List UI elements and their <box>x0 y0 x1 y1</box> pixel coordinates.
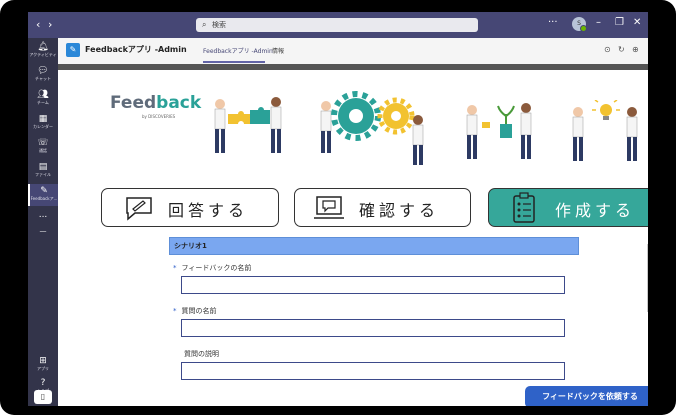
teams-window: ‹ › ⌕ 検索 ··· S – ❐ ✕ 🔔︎ アクティビティ 💬︎ チャット … <box>28 12 648 406</box>
required-mark: * <box>173 307 177 315</box>
question-name-field[interactable] <box>181 319 565 337</box>
more-options-icon[interactable]: ··· <box>548 17 558 28</box>
file-icon: ▤ <box>38 162 48 172</box>
app-header: ✎ Feedbackアプリ -Admin Feedbackアプリ -Admin … <box>58 38 648 65</box>
canvas-top-bar <box>58 64 648 70</box>
gears-illustration <box>320 91 424 165</box>
device-frame: ‹ › ⌕ 検索 ··· S – ❐ ✕ 🔔︎ アクティビティ 💬︎ チャット … <box>0 0 676 415</box>
question-description-field[interactable] <box>181 362 565 380</box>
rail-label: Feedbackア... <box>30 196 58 201</box>
required-mark: * <box>173 264 177 272</box>
rail-item-more[interactable]: ... <box>28 210 58 220</box>
logo-byline: by DISCOVERIES <box>142 114 176 119</box>
feedback-name-field[interactable] <box>181 276 565 294</box>
confirm-icon <box>314 196 344 219</box>
plant-illustration <box>466 103 532 159</box>
search-input[interactable]: ⌕ 検索 <box>196 18 478 32</box>
rail-item-chat[interactable]: 💬︎ チャット <box>28 66 58 82</box>
logo-text-accent: back <box>156 93 202 113</box>
rail-label: アクティビティ <box>29 52 57 57</box>
logo-text-main: Feed <box>110 93 157 113</box>
confirm-button[interactable]: 確認する <box>294 188 471 227</box>
globe-icon[interactable]: ⊕ <box>632 45 639 54</box>
bell-icon: 🔔︎ <box>37 42 49 52</box>
create-label: 作成する <box>555 201 636 220</box>
calendar-icon: ▦ <box>38 114 48 124</box>
feedback-logo: Feedback <box>110 93 201 113</box>
title-bar: ‹ › ⌕ 検索 ··· S – ❐ ✕ <box>28 12 648 38</box>
rail-item-feedback-app[interactable]: ✎ Feedbackア... <box>28 184 58 206</box>
form-scrollbar[interactable] <box>647 238 648 380</box>
question-name-text: 質問の名前 <box>181 307 217 315</box>
presence-dot <box>580 25 587 32</box>
tab-info[interactable]: 情報 <box>272 46 284 55</box>
puzzle-illustration <box>214 97 282 153</box>
scenario-header: シナリオ1 <box>169 237 579 255</box>
app-rail: 🔔︎ アクティビティ 💬︎ チャット 👥︎ チーム ▦ カレンダー ☏ 通話 ▤… <box>28 38 58 406</box>
rail-item-files[interactable]: ▤ ファイル <box>28 162 58 178</box>
rail-item-calendar[interactable]: ▦ カレンダー <box>28 114 58 130</box>
answer-icon <box>126 197 152 221</box>
app-logo-icon: ✎ <box>66 43 80 57</box>
app-icon: ✎ <box>40 186 48 196</box>
rail-item-calls[interactable]: ☏ 通話 <box>28 138 58 154</box>
confirm-label: 確認する <box>359 201 440 220</box>
answer-label: 回答する <box>168 201 249 220</box>
request-feedback-button[interactable]: フィードバックを依頼する <box>525 386 648 406</box>
close-icon[interactable]: ✕ <box>633 17 641 28</box>
mobile-device-icon[interactable]: ▯ <box>34 390 52 404</box>
apps-icon: ⊞ <box>39 356 47 366</box>
refresh-icon[interactable]: ↻ <box>618 45 625 54</box>
checklist-icon <box>513 192 535 223</box>
search-placeholder: 検索 <box>212 21 226 29</box>
avatar[interactable]: S <box>572 17 587 32</box>
rail-item-apps[interactable]: ⊞ アプリ <box>28 356 58 372</box>
teams-icon: 👥︎ <box>37 90 49 100</box>
create-button[interactable]: 作成する <box>488 188 648 227</box>
rail-label: ファイル <box>35 172 51 177</box>
phone-icon: ☏ <box>37 138 49 148</box>
question-description-label: 質問の説明 <box>184 350 219 358</box>
feedback-name-label: * フィードバックの名前 <box>173 263 251 273</box>
scrollbar-thumb[interactable] <box>647 244 648 312</box>
popout-icon[interactable]: ⊙ <box>604 45 611 54</box>
rail-label: チャット <box>35 76 51 81</box>
app-name: Feedbackアプリ -Admin <box>85 45 187 54</box>
rail-divider: — <box>28 226 58 236</box>
maximize-icon[interactable]: ❐ <box>615 17 624 28</box>
chat-icon: 💬︎ <box>37 66 49 76</box>
question-name-label: * 質問の名前 <box>173 306 217 316</box>
divider-icon: — <box>39 227 47 235</box>
answer-button[interactable]: 回答する <box>101 188 279 227</box>
search-icon: ⌕ <box>202 20 207 29</box>
more-icon: ... <box>38 210 48 220</box>
forward-icon[interactable]: › <box>48 18 52 31</box>
rail-item-activity[interactable]: 🔔︎ アクティビティ <box>28 42 58 58</box>
minimize-icon[interactable]: – <box>596 17 601 28</box>
help-icon: ? <box>40 378 46 388</box>
lightbulb-illustration <box>572 100 638 161</box>
rail-label: チーム <box>37 100 49 105</box>
app-canvas: Feedback by DISCOVERIES 回答する 確認する 作成する シ… <box>58 64 648 406</box>
active-tab-indicator <box>203 61 265 63</box>
rail-label: アプリ <box>37 366 49 371</box>
feedback-name-text: フィードバックの名前 <box>181 264 252 272</box>
back-icon[interactable]: ‹ <box>36 18 40 31</box>
rail-label: 通話 <box>39 148 47 153</box>
rail-label: カレンダー <box>33 124 53 129</box>
rail-item-teams[interactable]: 👥︎ チーム <box>28 90 58 106</box>
tab-feedback-admin[interactable]: Feedbackアプリ -Admin <box>203 46 273 55</box>
